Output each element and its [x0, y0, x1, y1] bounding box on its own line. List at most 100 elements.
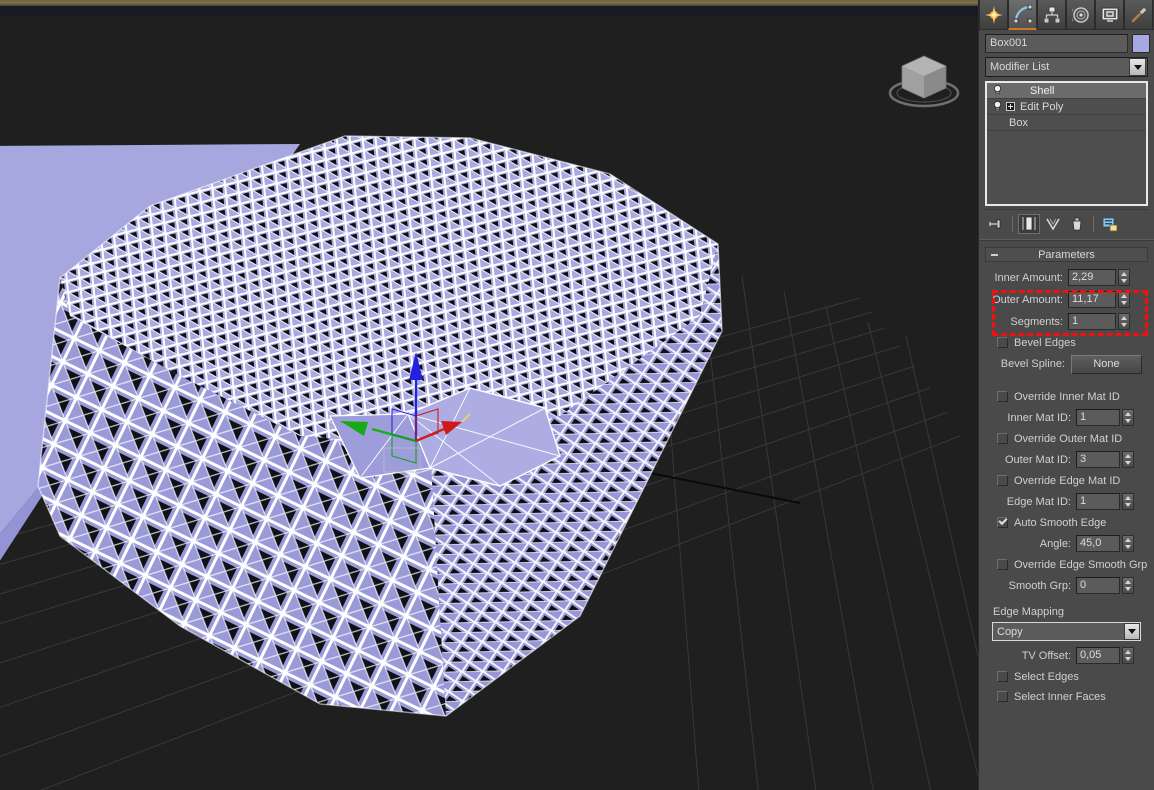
outer-amount-spinner[interactable] [1118, 291, 1130, 308]
max-window: Box001 Modifier List Shell Edit Poly Box… [0, 0, 1154, 790]
angle-input[interactable]: 45,0 [1076, 535, 1120, 552]
utilities-tab[interactable] [1124, 0, 1153, 30]
select-edges-label: Select Edges [1014, 670, 1079, 683]
modifier-stack[interactable]: Shell Edit Poly Box [985, 81, 1148, 206]
auto-smooth-edge-row[interactable]: Auto Smooth Edge [985, 514, 1148, 531]
bevel-spline-label: Bevel Spline: [1000, 358, 1065, 370]
command-panel-tabs [979, 0, 1154, 30]
segments-row: Segments: 1 [985, 312, 1148, 331]
bevel-spline-button[interactable]: None [1071, 354, 1142, 374]
hammer-icon [1131, 5, 1148, 22]
arc-curve-icon [1013, 5, 1032, 23]
angle-row: Angle: 45,0 [985, 534, 1148, 553]
override-edge-mat-label: Override Edge Mat ID [1014, 474, 1121, 487]
segments-spinner[interactable] [1118, 313, 1130, 330]
object-name-row: Box001 [979, 30, 1154, 55]
rollout-title: Parameters [1038, 248, 1095, 261]
pin-icon [989, 219, 1001, 229]
tv-offset-input[interactable]: 0,05 [1076, 647, 1120, 664]
stack-item-edit-poly[interactable]: Edit Poly [987, 99, 1146, 115]
outer-amount-row: Outer Amount: 11,17 [985, 290, 1148, 309]
show-end-result-icon [1022, 216, 1036, 231]
edge-mat-id-input[interactable]: 1 [1076, 493, 1120, 510]
segments-label: Segments: [1010, 315, 1063, 328]
override-outer-mat-row[interactable]: Override Outer Mat ID [985, 430, 1148, 447]
modifier-list-dropdown[interactable]: Modifier List [985, 57, 1148, 77]
inner-amount-spinner[interactable] [1118, 269, 1130, 286]
remove-modifier-button[interactable] [1066, 214, 1088, 234]
override-edge-smooth-grp-row[interactable]: Override Edge Smooth Grp [985, 556, 1148, 573]
lightbulb-icon [993, 100, 1002, 111]
viewcube[interactable] [884, 46, 964, 112]
select-inner-faces-row[interactable]: Select Inner Faces [985, 688, 1148, 705]
stack-item-label: Box [1009, 116, 1028, 129]
bevel-edges-row[interactable]: Bevel Edges [985, 334, 1148, 351]
segments-input[interactable]: 1 [1068, 313, 1116, 330]
inner-mat-id-input[interactable]: 1 [1076, 409, 1120, 426]
create-tab[interactable] [979, 0, 1008, 30]
override-edge-mat-checkbox[interactable] [997, 475, 1008, 486]
hierarchy-icon [1043, 6, 1060, 23]
auto-smooth-edge-checkbox[interactable] [997, 517, 1008, 528]
select-inner-faces-label: Select Inner Faces [1014, 690, 1106, 703]
edge-mat-id-row: Edge Mat ID: 1 [985, 492, 1148, 511]
configure-modifier-sets-button[interactable] [1099, 214, 1121, 234]
override-edge-mat-row[interactable]: Override Edge Mat ID [985, 472, 1148, 489]
chevron-down-icon[interactable] [1124, 623, 1140, 640]
smooth-grp-row: Smooth Grp: 0 [985, 576, 1148, 595]
override-inner-mat-label: Override Inner Mat ID [1014, 390, 1120, 403]
viewport-top-dark-bar [0, 6, 978, 16]
stack-item-label: Edit Poly [1020, 100, 1064, 113]
viewport[interactable] [0, 0, 978, 790]
tv-offset-spinner[interactable] [1122, 647, 1134, 664]
lightbulb-icon [993, 84, 1002, 95]
smooth-grp-label: Smooth Grp: [1008, 579, 1071, 592]
make-unique-button[interactable] [1042, 214, 1064, 234]
outer-mat-id-spinner[interactable] [1122, 451, 1134, 468]
override-inner-mat-row[interactable]: Override Inner Mat ID [985, 388, 1148, 405]
edge-mapping-dropdown[interactable]: Copy [992, 622, 1141, 641]
parameters-body: Inner Amount: 2,29 Outer Amount: 11,17 S… [985, 262, 1148, 705]
object-color-swatch[interactable] [1132, 34, 1150, 53]
inner-mat-id-label: Inner Mat ID: [1007, 411, 1071, 424]
parameters-rollout-header[interactable]: Parameters [985, 247, 1148, 262]
bevel-edges-checkbox[interactable] [997, 337, 1008, 348]
expand-plus-icon[interactable] [1006, 102, 1015, 111]
pin-stack-button[interactable] [985, 214, 1007, 234]
stack-item-box[interactable]: Box [987, 115, 1146, 131]
outer-mat-id-row: Outer Mat ID: 3 [985, 450, 1148, 469]
collapse-minus-icon[interactable] [991, 254, 998, 256]
auto-smooth-edge-label: Auto Smooth Edge [1014, 516, 1107, 529]
modify-tab[interactable] [1008, 0, 1037, 30]
make-unique-icon [1046, 218, 1060, 231]
outer-mat-id-input[interactable]: 3 [1076, 451, 1120, 468]
modifier-stack-toolbar [985, 209, 1148, 235]
configure-sets-icon [1102, 217, 1118, 232]
chevron-down-icon[interactable] [1129, 58, 1146, 76]
outer-amount-label: Outer Amount: [992, 293, 1063, 306]
tv-offset-row: TV Offset: 0,05 [985, 646, 1148, 665]
select-inner-faces-checkbox[interactable] [997, 691, 1008, 702]
show-end-result-button[interactable] [1018, 214, 1040, 234]
inner-mat-id-spinner[interactable] [1122, 409, 1134, 426]
viewport-render [0, 16, 978, 790]
display-tab[interactable] [1095, 0, 1124, 30]
outer-mat-id-label: Outer Mat ID: [1004, 453, 1071, 466]
select-edges-checkbox[interactable] [997, 671, 1008, 682]
smooth-grp-spinner[interactable] [1122, 577, 1134, 594]
angle-spinner[interactable] [1122, 535, 1134, 552]
override-edge-smooth-grp-checkbox[interactable] [997, 559, 1008, 570]
viewport-scene[interactable] [0, 16, 978, 790]
override-outer-mat-checkbox[interactable] [997, 433, 1008, 444]
override-inner-mat-checkbox[interactable] [997, 391, 1008, 402]
motion-tab[interactable] [1066, 0, 1095, 30]
hierarchy-tab[interactable] [1037, 0, 1066, 30]
object-name-input[interactable]: Box001 [985, 34, 1128, 53]
edge-mat-id-spinner[interactable] [1122, 493, 1134, 510]
outer-amount-input[interactable]: 11,17 [1068, 291, 1116, 308]
select-edges-row[interactable]: Select Edges [985, 668, 1148, 685]
stack-item-shell[interactable]: Shell [987, 83, 1146, 99]
edge-mapping-value: Copy [997, 625, 1023, 638]
smooth-grp-input[interactable]: 0 [1076, 577, 1120, 594]
inner-amount-input[interactable]: 2,29 [1068, 269, 1116, 286]
